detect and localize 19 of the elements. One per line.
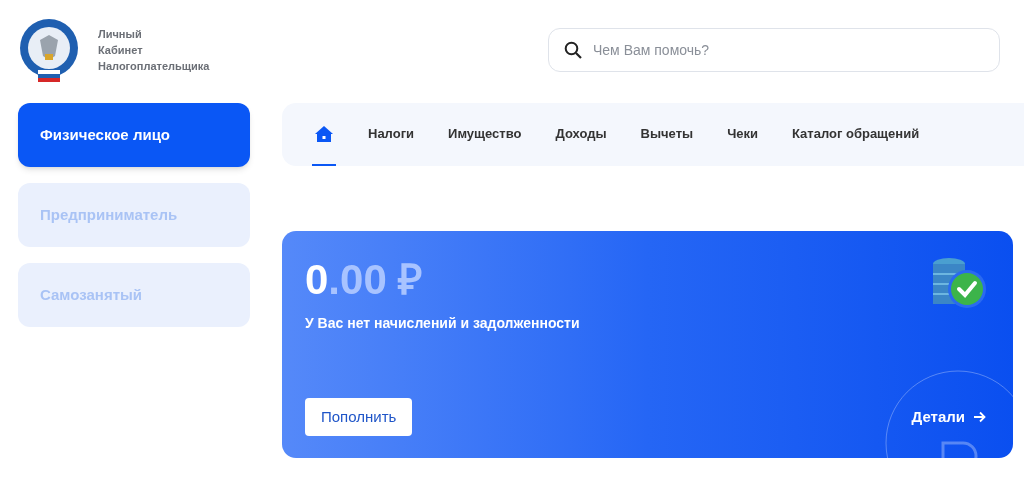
nav-tab[interactable]: Чеки (725, 103, 760, 166)
search-icon (564, 41, 582, 59)
emblem-logo (18, 18, 80, 82)
details-link[interactable]: Детали (911, 405, 986, 429)
nav-tab[interactable]: Налоги (366, 103, 417, 166)
home-icon (314, 124, 334, 143)
app-title-line: Личный (98, 27, 143, 42)
sidebar-item[interactable]: Физическое лицо (18, 103, 250, 167)
nav-tab[interactable]: Имущество (446, 103, 524, 166)
nav-tab[interactable]: Доходы (553, 103, 609, 166)
balance-message: У Вас нет начислений и задолженности (305, 314, 580, 333)
search-field[interactable]: Чем Вам помочь? (548, 28, 1000, 72)
nav-tab[interactable]: Каталог обращений (790, 103, 922, 166)
app-title-line: Налогоплательщика (98, 59, 210, 74)
nav-tab[interactable]: Вычеты (638, 103, 696, 166)
app-title-line: Кабинет (98, 43, 144, 58)
top-up-button[interactable]: Пополнить (305, 398, 413, 436)
balance-amount: 0.00 ₽ (305, 257, 424, 303)
arrow-right-icon (973, 411, 986, 423)
